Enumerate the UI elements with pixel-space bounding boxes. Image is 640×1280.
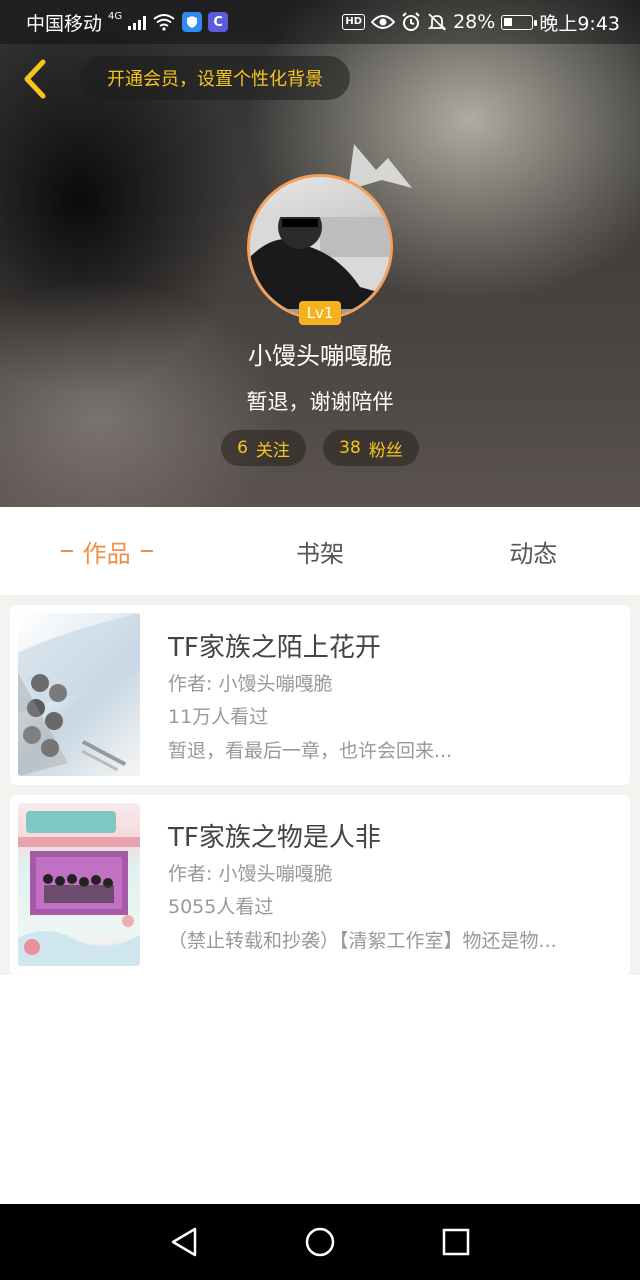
profile-tabs: 作品 书架 动态 [0,507,640,595]
work-views: 11万人看过 [168,706,269,728]
cover-art [18,811,140,966]
tab-bookshelf[interactable]: 书架 [213,507,426,595]
tab-works-label: 作品 [82,539,131,568]
avatar[interactable] [247,174,393,320]
battery-icon [501,14,538,30]
fans-count: 38 [339,438,361,458]
cover-art [18,613,140,776]
username: 小馒头嘣嘎脆 [248,342,392,370]
tab-bookshelf-label: 书架 [295,539,344,568]
square-recent-icon [442,1228,470,1256]
system-nav-bar [0,1204,640,1280]
following-count: 6 [237,438,248,458]
battery-percent: 28% [453,11,496,33]
status-bar: 中国移动 4G C HD 28% 晚上9:43 [0,0,640,44]
tab-active-indicator-left [60,550,73,552]
tab-active-indicator-right [140,550,153,552]
fans-button[interactable]: 38 粉丝 [323,430,419,466]
triangle-back-icon [171,1227,197,1257]
nav-home-button[interactable] [300,1222,340,1262]
work-author: 作者: 小馒头嘣嘎脆 [168,863,333,885]
signal-icon [128,14,147,30]
alarm-icon [402,12,420,31]
work-card[interactable]: TF家族之陌上花开 作者: 小馒头嘣嘎脆 11万人看过 暂退，看最后一章，也许会… [10,605,630,785]
nav-back-button[interactable] [164,1222,204,1262]
profile-page: 中国移动 4G C HD 28% 晚上9:43 开通会员，设置个性化背景 Lv1… [0,0,640,1280]
work-title: TF家族之陌上花开 [168,633,381,663]
wifi-icon [153,14,175,31]
avatar-container[interactable] [247,174,393,320]
work-cover-image [18,613,140,776]
user-signature: 暂退，谢谢陪伴 [246,390,394,414]
carrier-name: 中国移动 [26,12,103,35]
clock-time: 晚上9:43 [539,12,620,35]
tab-activity[interactable]: 动态 [427,507,640,595]
network-type: 4G [108,10,123,22]
bell-off-icon [427,13,447,31]
hd-icon: HD [342,14,366,30]
tab-activity-label: 动态 [509,539,558,568]
work-description: （禁止转载和抄袭）【清絮工作室】物还是物... [168,930,557,952]
status-bar-left: 中国移动 4G C [26,9,229,36]
nav-recent-button[interactable] [436,1222,476,1262]
c-app-icon: C [208,12,229,32]
work-title: TF家族之物是人非 [168,823,381,853]
tab-works[interactable]: 作品 [0,507,213,595]
following-label: 关注 [255,440,290,461]
work-card[interactable]: TF家族之物是人非 作者: 小馒头嘣嘎脆 5055人看过 （禁止转载和抄袭）【清… [10,795,630,975]
chevron-left-icon [24,59,46,99]
vip-background-button[interactable]: 开通会员，设置个性化背景 [80,56,350,100]
work-author: 作者: 小馒头嘣嘎脆 [168,673,333,695]
level-badge: Lv1 [299,301,341,325]
circle-home-icon [305,1227,335,1257]
work-description: 暂退，看最后一章，也许会回来... [168,740,453,762]
following-button[interactable]: 6 关注 [221,430,306,466]
shield-app-icon [182,12,203,32]
status-bar-right: HD 28% 晚上9:43 [342,9,620,36]
back-button[interactable] [18,58,50,100]
fans-label: 粉丝 [368,440,403,461]
work-views: 5055人看过 [168,896,274,918]
work-cover-image [18,803,140,966]
eye-icon [371,15,396,29]
